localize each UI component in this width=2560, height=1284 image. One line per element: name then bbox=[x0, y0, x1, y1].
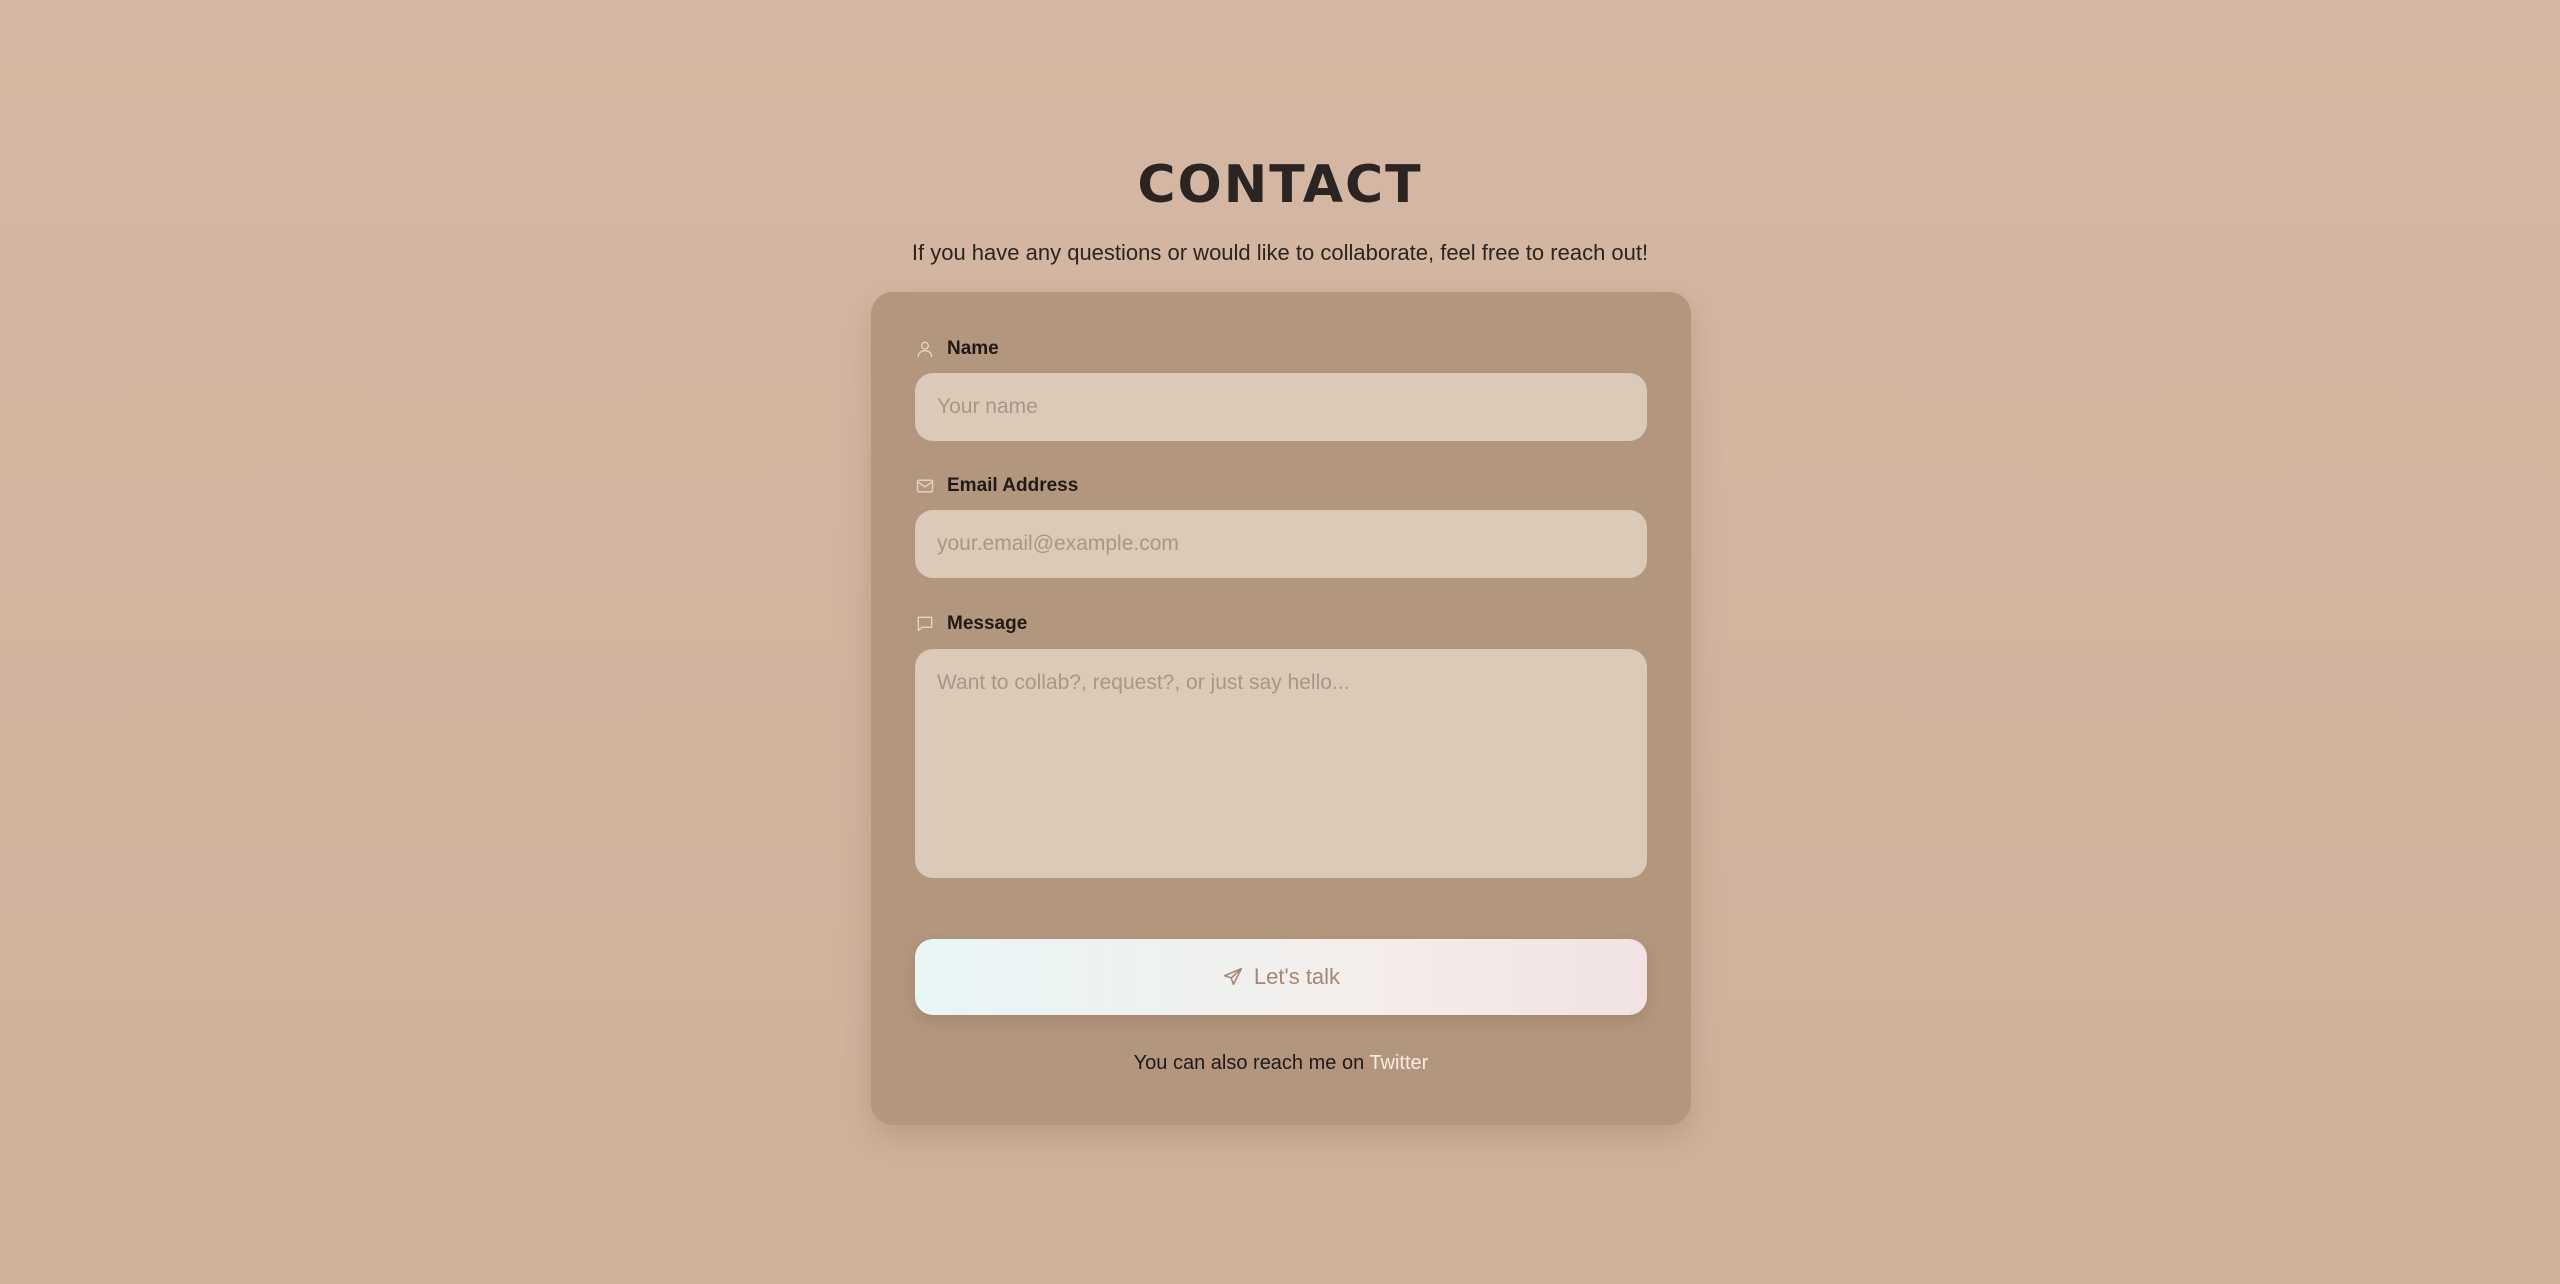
send-icon bbox=[1222, 966, 1244, 988]
twitter-link[interactable]: Twitter bbox=[1369, 1052, 1428, 1074]
contact-page: CONTACT If you have any questions or wou… bbox=[0, 0, 2560, 1284]
email-label: Email Address bbox=[915, 472, 1078, 500]
footer-note: You can also reach me on Twitter bbox=[871, 1052, 1691, 1075]
name-label-text: Name bbox=[947, 338, 999, 359]
message-label-text: Message bbox=[947, 613, 1028, 634]
lets-talk-label: Let's talk bbox=[1253, 964, 1341, 989]
mail-icon bbox=[915, 476, 935, 496]
user-icon bbox=[915, 339, 935, 359]
email-label-text: Email Address bbox=[947, 475, 1079, 496]
contact-form: Name Email Address Message Let's talk bbox=[871, 292, 1691, 1125]
page-title: CONTACT bbox=[1137, 155, 1423, 215]
email-input[interactable] bbox=[915, 510, 1647, 578]
name-input[interactable] bbox=[915, 373, 1647, 441]
message-textarea[interactable] bbox=[915, 649, 1647, 878]
name-label: Name bbox=[915, 335, 999, 363]
message-label: Message bbox=[915, 610, 1027, 638]
message-icon bbox=[915, 614, 935, 634]
page-subtitle: If you have any questions or would like … bbox=[911, 240, 1649, 265]
footer-prefix: You can also reach me on bbox=[1133, 1052, 1370, 1074]
lets-talk-button[interactable]: Let's talk bbox=[915, 939, 1647, 1015]
